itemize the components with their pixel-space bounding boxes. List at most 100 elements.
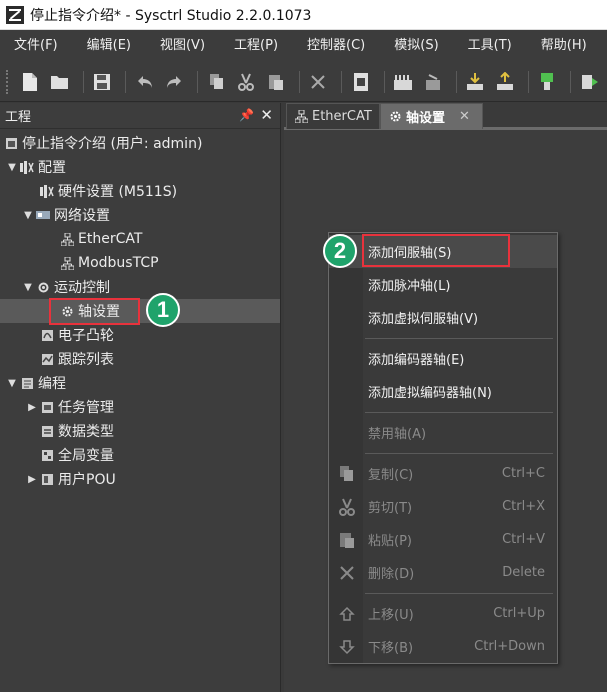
redo-icon[interactable] <box>162 68 187 96</box>
menu-view[interactable]: 视图(V) <box>146 30 220 62</box>
tree-item-datatype[interactable]: 数据类型 <box>0 419 280 443</box>
menu-item-shortcut: Ctrl+C <box>501 466 545 481</box>
toolbar-divider <box>383 70 385 93</box>
menu-item-copy[interactable]: 复制(C) Ctrl+C <box>329 457 557 490</box>
tab-label: 轴设置 <box>406 111 446 126</box>
menu-item-move-up[interactable]: 上移(U) Ctrl+Up <box>329 597 557 630</box>
window-title: 停止指令介绍* - Sysctrl Studio 2.2.0.1073 <box>30 7 312 24</box>
menu-item-label: 删除(D) <box>368 567 415 582</box>
cam-icon <box>40 328 54 342</box>
expand-arrow-icon[interactable]: ▼ <box>22 210 34 221</box>
tree-item-axis-settings[interactable]: 轴设置 <box>0 299 280 323</box>
tree-item-config[interactable]: ▼ 配置 <box>0 155 280 179</box>
copy-icon[interactable] <box>204 68 229 96</box>
expand-arrow-icon[interactable]: ▶ <box>26 474 38 485</box>
paste-icon <box>337 530 357 550</box>
menu-item-move-down[interactable]: 下移(B) Ctrl+Down <box>329 630 557 663</box>
menu-item-label: 禁用轴(A) <box>368 427 427 442</box>
toolbar-divider <box>299 70 300 93</box>
expand-arrow-icon[interactable]: ▼ <box>6 162 18 173</box>
menu-item-shortcut: Ctrl+Down <box>474 639 545 654</box>
menu-item-add-virtual-servo-axis[interactable]: 添加虚拟伺服轴(V) <box>329 301 557 334</box>
global-var-icon <box>40 448 54 462</box>
toolbar-divider <box>527 70 529 93</box>
network-icon <box>36 208 50 222</box>
title-bar: 停止指令介绍* - Sysctrl Studio 2.2.0.1073 <box>0 0 607 30</box>
menu-item-label: 添加编码器轴(E) <box>368 353 465 368</box>
compile-icon[interactable] <box>348 68 373 96</box>
expand-arrow-icon[interactable]: ▶ <box>26 402 38 413</box>
tree-item-motion[interactable]: ▼ 运动控制 <box>0 275 280 299</box>
tree-item-label: 配置 <box>38 160 66 176</box>
run-icon[interactable] <box>577 68 602 96</box>
cut-icon <box>337 497 357 517</box>
online-icon[interactable] <box>535 68 560 96</box>
menu-item-disable-axis[interactable]: 禁用轴(A) <box>329 416 557 449</box>
close-icon[interactable]: ✕ <box>260 106 273 124</box>
menu-item-add-virtual-encoder-axis[interactable]: 添加虚拟编码器轴(N) <box>329 375 557 408</box>
tree-item-label: 停止指令介绍 (用户: admin) <box>22 136 203 152</box>
menu-item-label: 粘贴(P) <box>368 534 412 549</box>
download-icon[interactable] <box>463 68 488 96</box>
menu-item-label: 添加虚拟伺服轴(V) <box>368 312 479 327</box>
tree-item-task[interactable]: ▶ 任务管理 <box>0 395 280 419</box>
network-node-icon <box>295 110 308 123</box>
task-icon <box>40 400 54 414</box>
tree-item-label: 运动控制 <box>54 280 110 296</box>
menu-tools[interactable]: 工具(T) <box>454 30 527 62</box>
menu-item-label: 复制(C) <box>368 468 414 483</box>
tree-item-label: 跟踪列表 <box>58 352 114 368</box>
controller-alt-icon[interactable] <box>420 68 445 96</box>
tree-item-network[interactable]: ▼ 网络设置 <box>0 203 280 227</box>
menu-help[interactable]: 帮助(H) <box>527 30 602 62</box>
tree-item-user-pou[interactable]: ▶ 用户POU <box>0 467 280 491</box>
program-icon <box>20 376 34 390</box>
menu-controller[interactable]: 控制器(C) <box>293 30 380 62</box>
tree-item-label: 电子凸轮 <box>58 328 114 344</box>
new-file-icon[interactable] <box>18 68 43 96</box>
toolbar-divider <box>82 70 84 93</box>
motion-icon <box>36 280 50 294</box>
tab-close-icon[interactable]: ✕ <box>459 109 470 124</box>
callout-badge-2: 2 <box>323 234 357 268</box>
tree-item-label: 用户POU <box>58 472 116 488</box>
menu-project[interactable]: 工程(P) <box>220 30 293 62</box>
menu-item-label: 添加虚拟编码器轴(N) <box>368 386 492 401</box>
cut-icon[interactable] <box>234 68 259 96</box>
tree-item-cam[interactable]: 电子凸轮 <box>0 323 280 347</box>
menu-simulate[interactable]: 模拟(S) <box>380 30 453 62</box>
app-logo-icon <box>6 5 24 24</box>
undo-icon[interactable] <box>132 68 157 96</box>
toolbar-grip[interactable] <box>6 69 10 94</box>
expand-arrow-icon[interactable]: ▼ <box>22 282 34 293</box>
menu-edit[interactable]: 编辑(E) <box>73 30 146 62</box>
tree-item-ethercat[interactable]: EtherCAT <box>0 227 280 251</box>
tree-item-hardware[interactable]: 硬件设置 (M511S) <box>0 179 280 203</box>
menu-item-paste[interactable]: 粘贴(P) Ctrl+V <box>329 523 557 556</box>
open-folder-icon[interactable] <box>47 68 72 96</box>
tree-item-trace[interactable]: 跟踪列表 <box>0 347 280 371</box>
tree-item-label: 硬件设置 (M511S) <box>58 184 178 200</box>
expand-arrow-icon[interactable]: ▼ <box>6 378 18 389</box>
menu-item-add-encoder-axis[interactable]: 添加编码器轴(E) <box>329 342 557 375</box>
tree-item-modbustcp[interactable]: ModbusTCP <box>0 251 280 275</box>
menu-item-add-pulse-axis[interactable]: 添加脉冲轴(L) <box>329 268 557 301</box>
menu-item-cut[interactable]: 剪切(T) Ctrl+X <box>329 490 557 523</box>
delete-icon[interactable] <box>306 68 331 96</box>
upload-icon[interactable] <box>492 68 517 96</box>
menu-item-delete[interactable]: 删除(D) Delete <box>329 556 557 589</box>
tree-item-global-vars[interactable]: 全局变量 <box>0 443 280 467</box>
paste-icon[interactable] <box>263 68 288 96</box>
tree-item-project-root[interactable]: 停止指令介绍 (用户: admin) <box>0 131 280 155</box>
menu-file[interactable]: 文件(F) <box>0 30 73 62</box>
context-menu: 添加伺服轴(S) 添加脉冲轴(L) 添加虚拟伺服轴(V) 添加编码器轴(E) 添… <box>328 232 558 664</box>
save-icon[interactable] <box>90 68 115 96</box>
menu-divider <box>365 453 553 454</box>
pin-icon[interactable]: 📌 <box>239 108 254 122</box>
controller-icon[interactable] <box>391 68 416 96</box>
tab-ethercat[interactable]: EtherCAT <box>286 103 380 129</box>
toolbar-divider <box>125 70 127 93</box>
tab-axis-settings[interactable]: 轴设置 ✕ <box>380 103 483 129</box>
highlight-box-add-servo-axis <box>362 234 510 267</box>
tree-item-programming[interactable]: ▼ 编程 <box>0 371 280 395</box>
